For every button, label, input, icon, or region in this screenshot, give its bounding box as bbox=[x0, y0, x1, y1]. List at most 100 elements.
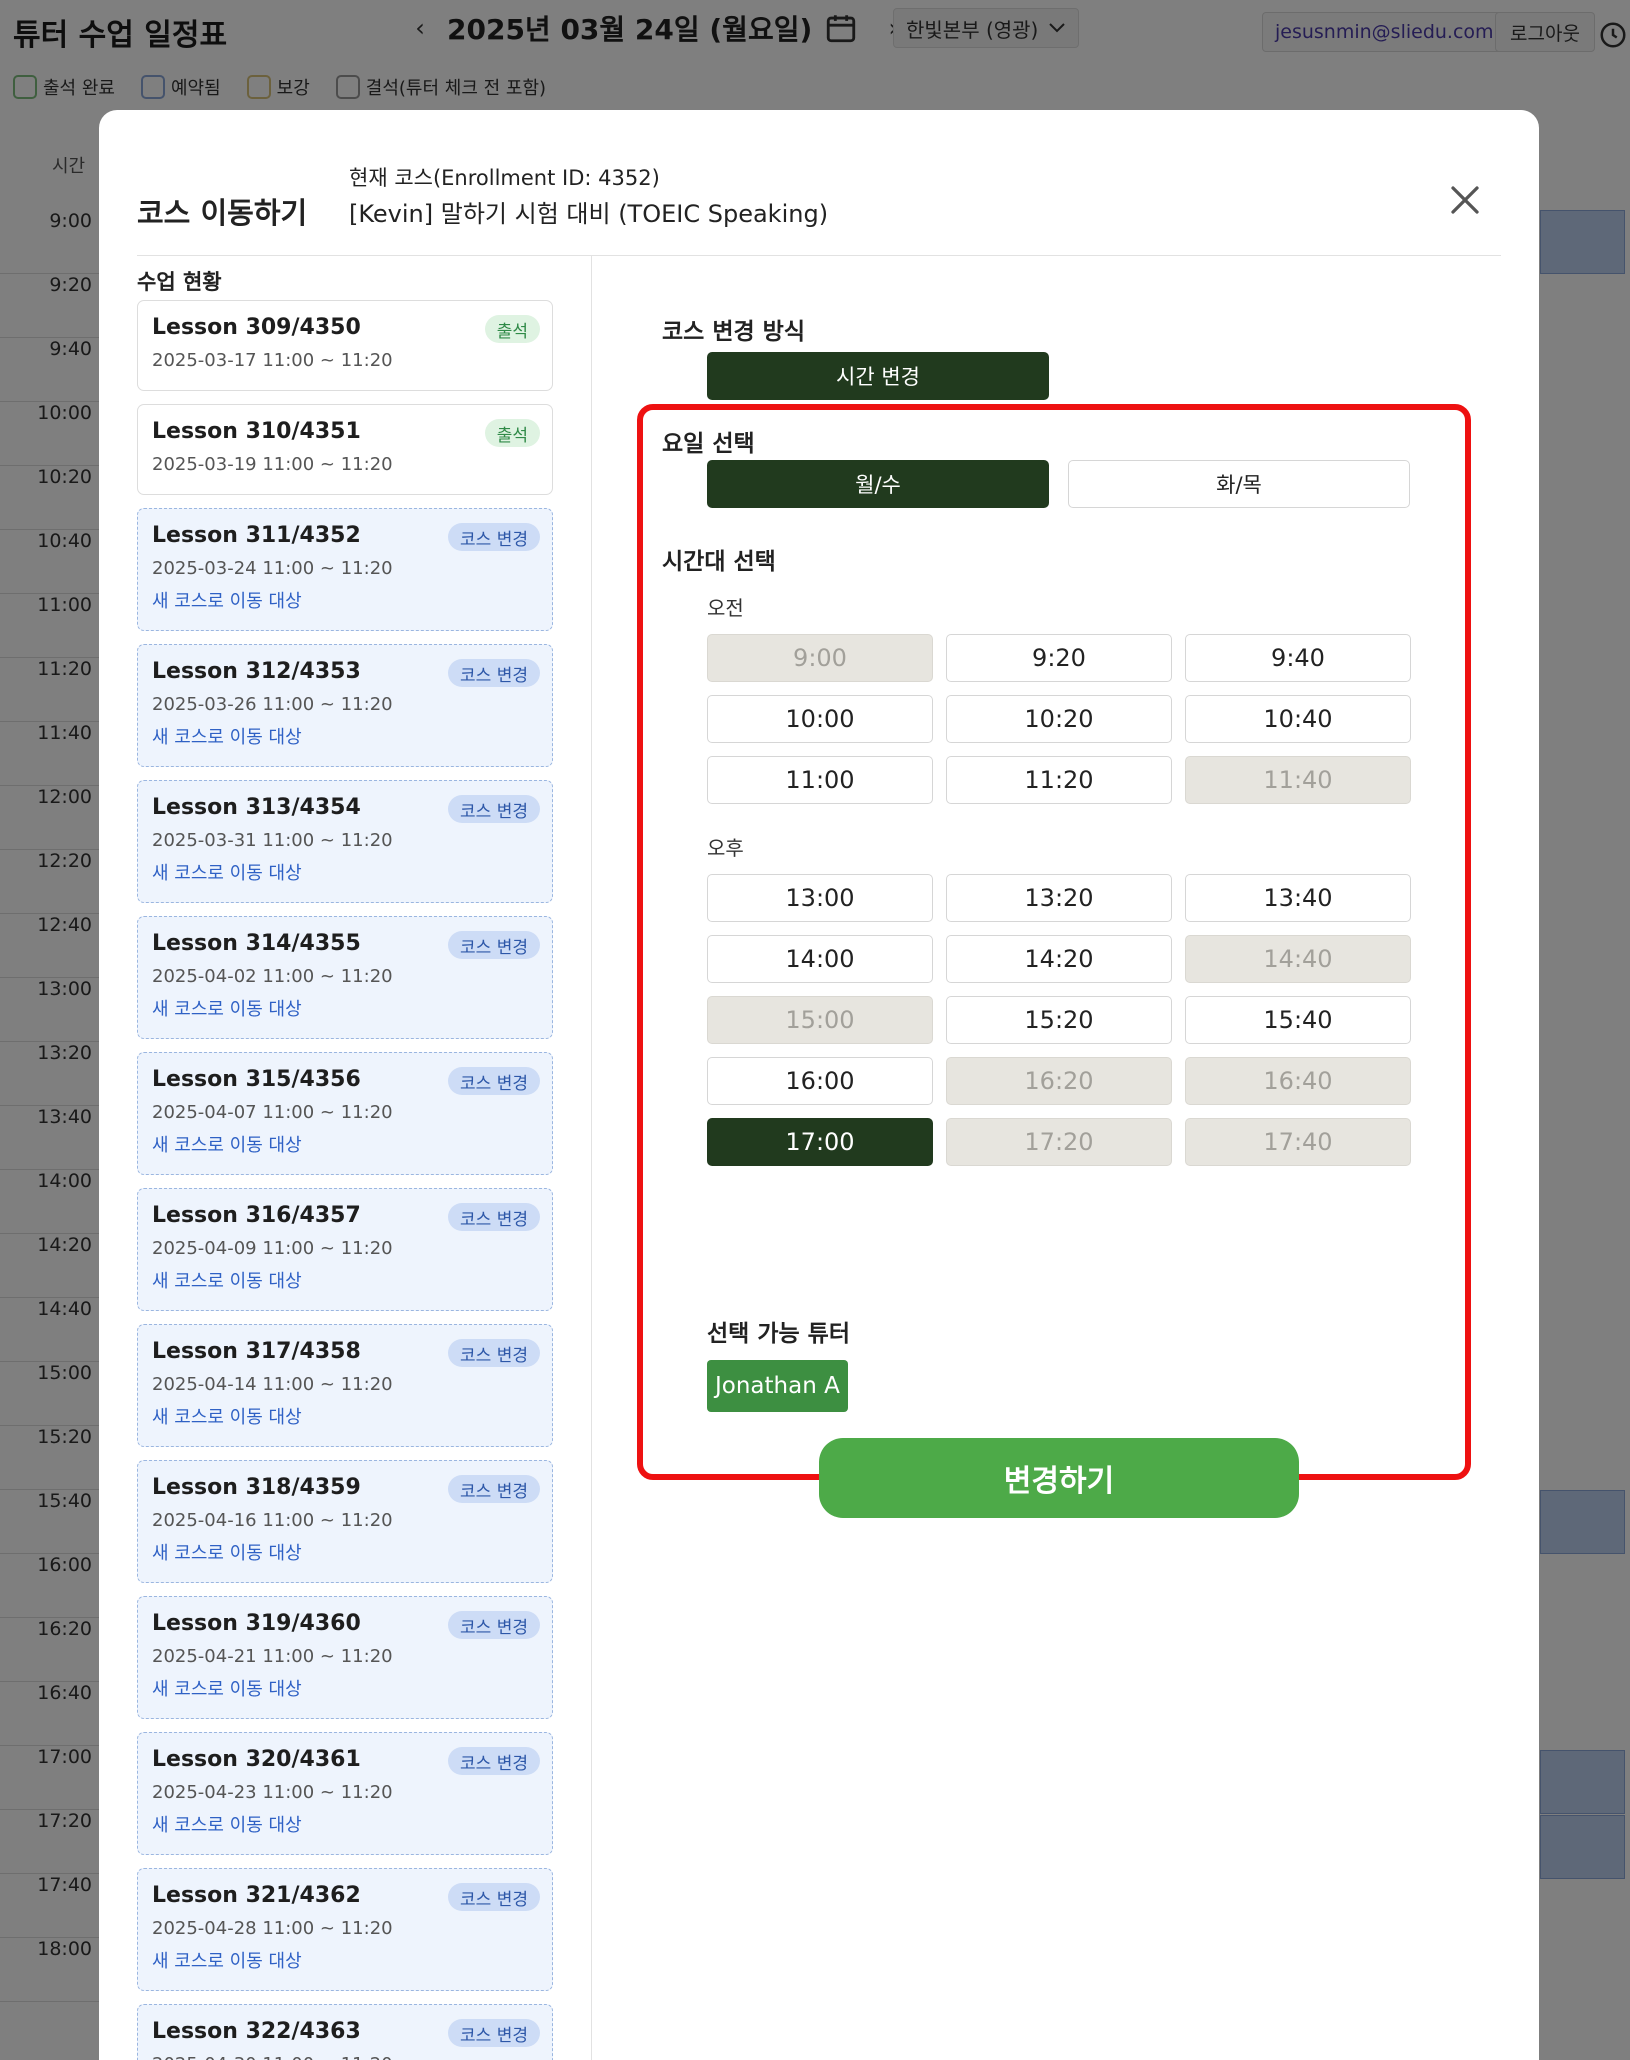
time-change-button[interactable]: 시간 변경 bbox=[707, 352, 1049, 400]
lesson-card[interactable]: Lesson 313/4354 2025-03-31 11:00 ~ 11:20 새… bbox=[137, 780, 553, 903]
lesson-time: 2025-03-31 11:00 ~ 11:20 bbox=[152, 830, 393, 851]
lesson-name: Lesson 309/4350 bbox=[152, 315, 361, 340]
status-badge: 출석 bbox=[484, 419, 540, 447]
lesson-card[interactable]: Lesson 315/4356 2025-04-07 11:00 ~ 11:20 새… bbox=[137, 1052, 553, 1175]
current-course-label: 현재 코스(Enrollment ID: 4352) bbox=[349, 166, 660, 190]
lesson-move-note: 새 코스로 이동 대상 bbox=[152, 1271, 302, 1292]
lesson-card[interactable]: Lesson 317/4358 2025-04-14 11:00 ~ 11:20 새… bbox=[137, 1324, 553, 1447]
course-change-panel: 코스 변경 방식 시간 변경 요일 선택 월/수 화/목 시간대 선택 오전 9… bbox=[592, 256, 1539, 2060]
submit-change-button[interactable]: 변경하기 bbox=[819, 1438, 1299, 1518]
time-slot-1000[interactable]: 10:00 bbox=[707, 695, 933, 743]
lesson-time: 2025-04-07 11:00 ~ 11:20 bbox=[152, 1102, 393, 1123]
lesson-list: Lesson 309/4350 2025-03-17 11:00 ~ 11:20 출… bbox=[137, 300, 553, 2060]
lesson-move-note: 새 코스로 이동 대상 bbox=[152, 863, 302, 884]
time-slot-1140: 11:40 bbox=[1185, 756, 1411, 804]
lesson-card[interactable]: Lesson 312/4353 2025-03-26 11:00 ~ 11:20 새… bbox=[137, 644, 553, 767]
status-badge: 코스 변경 bbox=[448, 523, 540, 551]
time-slot-1040[interactable]: 10:40 bbox=[1185, 695, 1411, 743]
status-badge: 코스 변경 bbox=[448, 1747, 540, 1775]
lesson-time: 2025-04-23 11:00 ~ 11:20 bbox=[152, 1782, 393, 1803]
status-badge: 코스 변경 bbox=[448, 795, 540, 823]
lesson-status-panel: 수업 현황 Lesson 309/4350 2025-03-17 11:00 ~ … bbox=[99, 256, 592, 2060]
time-slot-1720: 17:20 bbox=[946, 1118, 1172, 1166]
lesson-card[interactable]: Lesson 320/4361 2025-04-23 11:00 ~ 11:20 새… bbox=[137, 1732, 553, 1855]
time-slot-1340[interactable]: 13:40 bbox=[1185, 874, 1411, 922]
lesson-card[interactable]: Lesson 322/43632025-04-30 11:00 ~ 11:20새… bbox=[137, 2004, 553, 2060]
time-slot-1640: 16:40 bbox=[1185, 1057, 1411, 1105]
time-slot-1700[interactable]: 17:00 bbox=[707, 1118, 933, 1166]
pm-label: 오후 bbox=[707, 836, 744, 860]
lesson-time: 2025-04-21 11:00 ~ 11:20 bbox=[152, 1646, 393, 1667]
time-select-label: 시간대 선택 bbox=[662, 549, 776, 575]
lesson-card[interactable]: Lesson 318/4359 2025-04-16 11:00 ~ 11:20 새… bbox=[137, 1460, 553, 1583]
time-slot-900: 9:00 bbox=[707, 634, 933, 682]
status-badge: 코스 변경 bbox=[448, 1475, 540, 1503]
time-slot-1520[interactable]: 15:20 bbox=[946, 996, 1172, 1044]
lesson-move-note: 새 코스로 이동 대상 bbox=[152, 1679, 302, 1700]
lesson-move-note: 새 코스로 이동 대상 bbox=[152, 1543, 302, 1564]
lesson-card[interactable]: Lesson 310/4351 2025-03-19 11:00 ~ 11:20 출… bbox=[137, 404, 553, 495]
time-slot-1420[interactable]: 14:20 bbox=[946, 935, 1172, 983]
status-badge: 코스 변경 bbox=[448, 931, 540, 959]
lesson-time: 2025-04-30 11:00 ~ 11:20 bbox=[152, 2054, 538, 2060]
status-badge: 코스 변경 bbox=[448, 1339, 540, 1367]
time-slot-1320[interactable]: 13:20 bbox=[946, 874, 1172, 922]
lesson-time: 2025-03-24 11:00 ~ 11:20 bbox=[152, 558, 393, 579]
day-select-label: 요일 선택 bbox=[662, 431, 755, 457]
lesson-move-note: 새 코스로 이동 대상 bbox=[152, 1135, 302, 1156]
lesson-card[interactable]: Lesson 314/4355 2025-04-02 11:00 ~ 11:20 새… bbox=[137, 916, 553, 1039]
lesson-time: 2025-04-09 11:00 ~ 11:20 bbox=[152, 1238, 393, 1259]
day-option-tue-thu[interactable]: 화/목 bbox=[1068, 460, 1410, 508]
time-slot-1440: 14:40 bbox=[1185, 935, 1411, 983]
modal-title: 코스 이동하기 bbox=[137, 196, 308, 230]
time-slot-940[interactable]: 9:40 bbox=[1185, 634, 1411, 682]
lesson-card[interactable]: Lesson 311/4352 2025-03-24 11:00 ~ 11:20 새… bbox=[137, 508, 553, 631]
lesson-card[interactable]: Lesson 319/4360 2025-04-21 11:00 ~ 11:20 새… bbox=[137, 1596, 553, 1719]
time-slot-1400[interactable]: 14:00 bbox=[707, 935, 933, 983]
lesson-time: 2025-03-19 11:00 ~ 11:20 bbox=[152, 454, 393, 475]
time-slot-1100[interactable]: 11:00 bbox=[707, 756, 933, 804]
time-slot-1600[interactable]: 16:00 bbox=[707, 1057, 933, 1105]
lesson-move-note: 새 코스로 이동 대상 bbox=[152, 1407, 302, 1428]
time-slot-1300[interactable]: 13:00 bbox=[707, 874, 933, 922]
status-badge: 출석 bbox=[484, 315, 540, 343]
available-tutor-label: 선택 가능 튜터 bbox=[707, 1321, 850, 1347]
lesson-move-note: 새 코스로 이동 대상 bbox=[152, 591, 302, 612]
lesson-move-note: 새 코스로 이동 대상 bbox=[152, 1951, 302, 1972]
tutor-chip[interactable]: Jonathan A bbox=[707, 1360, 848, 1412]
status-badge: 코스 변경 bbox=[448, 2019, 540, 2047]
lesson-time: 2025-04-28 11:00 ~ 11:20 bbox=[152, 1918, 393, 1939]
lesson-time: 2025-04-16 11:00 ~ 11:20 bbox=[152, 1510, 393, 1531]
change-method-label: 코스 변경 방식 bbox=[662, 319, 805, 345]
lesson-status-title: 수업 현황 bbox=[137, 270, 222, 294]
time-slot-920[interactable]: 9:20 bbox=[946, 634, 1172, 682]
lesson-move-note: 새 코스로 이동 대상 bbox=[152, 999, 302, 1020]
pm-slot-grid: 13:00 13:20 13:40 14:00 14:20 14:40 15:00 15:20… bbox=[707, 874, 1411, 1166]
lesson-move-note: 새 코스로 이동 대상 bbox=[152, 1815, 302, 1836]
lesson-name: Lesson 310/4351 bbox=[152, 419, 361, 444]
lesson-card[interactable]: Lesson 316/4357 2025-04-09 11:00 ~ 11:20 새… bbox=[137, 1188, 553, 1311]
lesson-time: 2025-04-02 11:00 ~ 11:20 bbox=[152, 966, 393, 987]
lesson-card[interactable]: Lesson 321/4362 2025-04-28 11:00 ~ 11:20 새… bbox=[137, 1868, 553, 1991]
am-label: 오전 bbox=[707, 596, 744, 620]
day-option-mon-wed[interactable]: 월/수 bbox=[707, 460, 1049, 508]
am-slot-grid: 9:00 9:20 9:40 10:00 10:20 10:40 11:00 11:20 11:… bbox=[707, 634, 1411, 804]
lesson-time: 2025-03-26 11:00 ~ 11:20 bbox=[152, 694, 393, 715]
time-slot-1120[interactable]: 11:20 bbox=[946, 756, 1172, 804]
time-slot-1540[interactable]: 15:40 bbox=[1185, 996, 1411, 1044]
status-badge: 코스 변경 bbox=[448, 1067, 540, 1095]
time-slot-1740: 17:40 bbox=[1185, 1118, 1411, 1166]
status-badge: 코스 변경 bbox=[448, 1203, 540, 1231]
lesson-card[interactable]: Lesson 309/4350 2025-03-17 11:00 ~ 11:20 출… bbox=[137, 300, 553, 391]
lesson-move-note: 새 코스로 이동 대상 bbox=[152, 727, 302, 748]
time-slot-1620: 16:20 bbox=[946, 1057, 1172, 1105]
time-slot-1020[interactable]: 10:20 bbox=[946, 695, 1172, 743]
status-badge: 코스 변경 bbox=[448, 659, 540, 687]
modal-header: 코스 이동하기 현재 코스(Enrollment ID: 4352) [Kevi… bbox=[137, 148, 1501, 256]
time-slot-1500: 15:00 bbox=[707, 996, 933, 1044]
current-course-name: [Kevin] 말하기 시험 대비 (TOEIC Speaking) bbox=[349, 200, 829, 228]
lesson-time: 2025-03-17 11:00 ~ 11:20 bbox=[152, 350, 393, 371]
status-badge: 코스 변경 bbox=[448, 1611, 540, 1639]
lesson-time: 2025-04-14 11:00 ~ 11:20 bbox=[152, 1374, 393, 1395]
close-icon[interactable] bbox=[1447, 182, 1483, 218]
